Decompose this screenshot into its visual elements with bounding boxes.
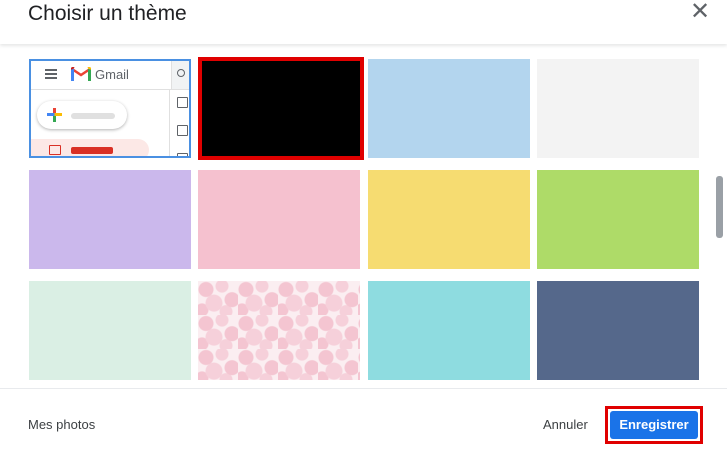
dialog-header: Choisir un thème ✕ — [0, 0, 727, 44]
menu-icon — [45, 69, 57, 71]
dialog-title: Choisir un thème — [28, 2, 187, 25]
theme-tile-turquoise[interactable] — [368, 281, 530, 380]
scrollbar-thumb[interactable] — [716, 176, 723, 238]
checkbox-icon — [177, 125, 188, 136]
cancel-button[interactable]: Annuler — [543, 417, 588, 432]
inbox-icon — [49, 145, 61, 155]
theme-tile-light-gray[interactable] — [537, 59, 699, 158]
theme-tile-slate-blue[interactable] — [537, 281, 699, 380]
preview-inbox — [31, 139, 149, 156]
save-button[interactable]: Enregistrer — [610, 411, 698, 439]
dialog-footer: Mes photos Annuler Enregistrer — [0, 388, 727, 449]
checkbox-icon — [177, 153, 188, 156]
theme-tile-default-preview[interactable]: Gmail — [29, 59, 191, 158]
compose-placeholder — [71, 113, 115, 119]
preview-divider — [169, 89, 170, 156]
theme-tile-lime-green[interactable] — [537, 170, 699, 269]
inbox-placeholder — [71, 147, 113, 154]
theme-tile-lavender[interactable] — [29, 170, 191, 269]
theme-tile-light-blue[interactable] — [368, 59, 530, 158]
theme-grid: Gmail — [0, 44, 727, 388]
plus-icon-bar — [47, 113, 62, 116]
search-icon — [171, 61, 189, 89]
theme-tile-yellow[interactable] — [368, 170, 530, 269]
theme-tile-mint[interactable] — [29, 281, 191, 380]
theme-tile-cherry-blossom[interactable] — [198, 281, 360, 380]
my-photos-link[interactable]: Mes photos — [28, 417, 95, 432]
gmail-logo-icon — [71, 67, 91, 81]
preview-compose — [37, 101, 127, 129]
checkbox-icon — [177, 97, 188, 108]
theme-tile-pink[interactable] — [198, 170, 360, 269]
theme-tile-black[interactable] — [198, 57, 364, 160]
close-icon[interactable]: ✕ — [686, 0, 714, 26]
gmail-label: Gmail — [95, 67, 129, 82]
preview-topbar: Gmail — [31, 61, 189, 90]
